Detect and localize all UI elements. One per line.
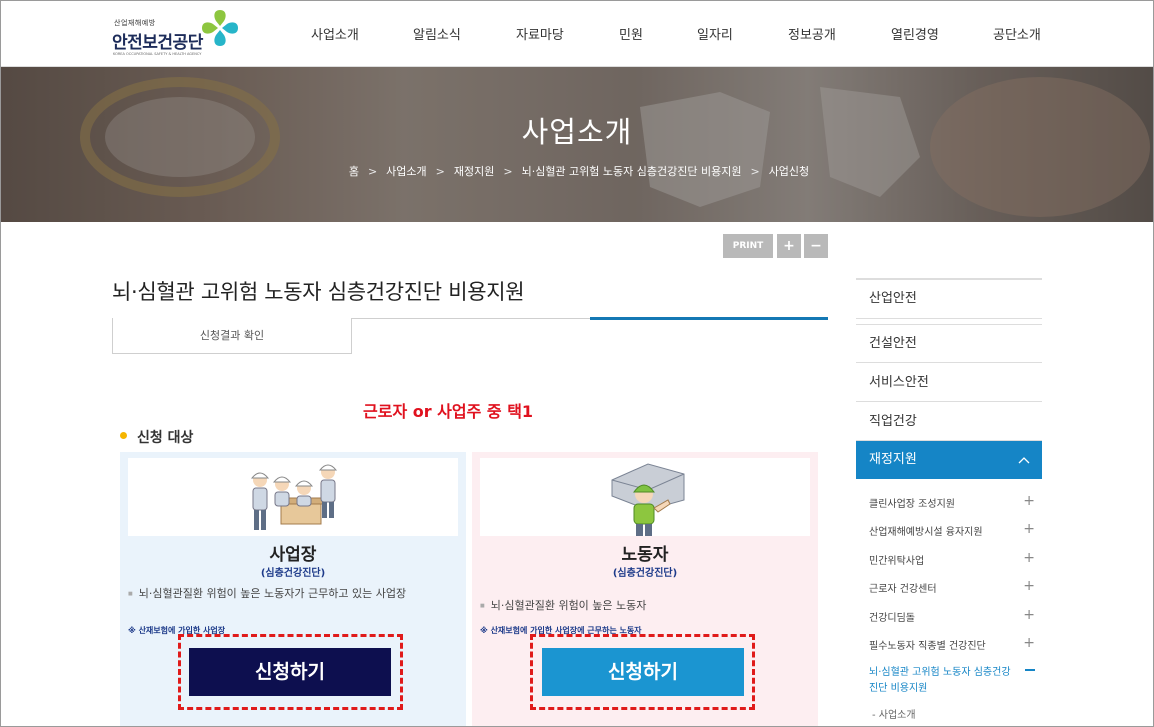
sidebar-active-label: 재정지원 bbox=[869, 452, 917, 467]
sidebar-sub-item-essential-workers[interactable]: 필수노동자 직종별 건강진단 + bbox=[869, 635, 1035, 652]
card-worker-description: 뇌·심혈관질환 위험이 높은 노동자 bbox=[480, 597, 647, 613]
site-header: 산업재해예방 안전보건공단 KOREA OCCUPATIONAL SAFETY … bbox=[0, 0, 1154, 67]
card-worker-title: 노동자 bbox=[621, 545, 669, 565]
breadcrumb-separator: > bbox=[503, 165, 513, 178]
nav-item-business[interactable]: 사업소개 bbox=[311, 24, 359, 43]
sidebar-sub-item-health-steppingstone[interactable]: 건강디딤돌 + bbox=[869, 607, 1035, 624]
workers-meeting-icon bbox=[250, 464, 338, 530]
sidebar-item-industrial-safety[interactable]: 산업안전 bbox=[856, 280, 1042, 319]
sub-item-label: 클린사업장 조성지원 bbox=[869, 499, 955, 510]
sidebar-divider bbox=[856, 324, 1042, 325]
card-workplace-title: 사업장 bbox=[269, 545, 317, 565]
annotation-note: 근로자 or 사업주 중 택1 bbox=[363, 402, 534, 421]
worker-thumbs-up-icon bbox=[611, 463, 685, 536]
sidebar-sub-item-cardio-program[interactable]: 뇌·심혈관 고위험 노동자 심층건강진단 비용지원 bbox=[869, 665, 1035, 697]
breadcrumb-home[interactable]: 홈 bbox=[349, 165, 359, 178]
sidebar-sub-item-clean-workplace[interactable]: 클린사업장 조성지원 + bbox=[869, 493, 1035, 510]
sidebar-sub-sub-item-intro[interactable]: - 사업소개 bbox=[872, 706, 1038, 721]
print-button[interactable]: PRINT bbox=[723, 234, 773, 258]
card-worker-image bbox=[480, 458, 810, 536]
card-workplace-image bbox=[128, 458, 458, 536]
nav-item-management[interactable]: 열린경영 bbox=[891, 24, 939, 43]
hero-banner: 사업소개 홈 > 사업소개 > 재정지원 > 뇌·심혈관 고위험 노동자 심층건강진단 비용… bbox=[0, 67, 1154, 222]
chevron-up-icon bbox=[1018, 441, 1030, 494]
breadcrumb: 홈 > 사업소개 > 재정지원 > 뇌·심혈관 고위험 노동자 심층건강진단 비용지원 > 사업… bbox=[0, 163, 1154, 179]
sidebar-item-occupational-health[interactable]: 직업건강 bbox=[856, 403, 1042, 441]
plus-icon: + bbox=[1023, 578, 1035, 594]
tab-result-check[interactable]: 신청결과 확인 bbox=[112, 318, 352, 354]
main-nav: 사업소개 알림소식 자료마당 민원 일자리 정보공개 열린경영 공단소개 bbox=[290, 0, 1070, 67]
hero-title: 사업소개 bbox=[521, 115, 633, 149]
plus-icon: + bbox=[1023, 550, 1035, 566]
sidebar-sub-item-facility-loan[interactable]: 산업재해예방시설 융자지원 + bbox=[869, 521, 1035, 538]
zoom-out-button[interactable]: − bbox=[804, 234, 828, 258]
plus-icon: + bbox=[1023, 493, 1035, 509]
card-workplace-subtitle: (심층건강진단) bbox=[260, 568, 326, 579]
plus-icon: + bbox=[1023, 635, 1035, 651]
highlight-box-workplace bbox=[178, 634, 403, 710]
page-title: 뇌·심혈관 고위험 노동자 심층건강진단 비용지원 bbox=[112, 280, 525, 304]
card-workplace-description: 뇌·심혈관질환 위험이 높은 노동자가 근무하고 있는 사업장 bbox=[128, 585, 406, 601]
nav-item-jobs[interactable]: 일자리 bbox=[697, 24, 733, 43]
section-bullet-icon bbox=[120, 432, 127, 439]
logo-tagline: 산업재해예방 bbox=[114, 19, 156, 27]
nav-item-civil[interactable]: 민원 bbox=[619, 24, 643, 43]
section-title: 신청 대상 bbox=[137, 430, 194, 446]
breadcrumb-separator: > bbox=[750, 165, 760, 178]
title-divider-accent bbox=[590, 317, 828, 320]
nav-item-about[interactable]: 공단소개 bbox=[993, 24, 1041, 43]
minus-icon bbox=[1025, 669, 1035, 671]
highlight-box-worker bbox=[530, 634, 755, 710]
nav-item-disclosure[interactable]: 정보공개 bbox=[788, 24, 836, 43]
sub-item-label: 필수노동자 직종별 건강진단 bbox=[869, 641, 986, 652]
logo-cross-icon bbox=[202, 10, 238, 46]
breadcrumb-finance[interactable]: 재정지원 bbox=[454, 165, 494, 178]
sub-item-label: 근로자 건강센터 bbox=[869, 584, 937, 595]
sub-item-label: 건강디딤돌 bbox=[869, 613, 915, 624]
logo-english: KOREA OCCUPATIONAL SAFETY & HEALTH AGENC… bbox=[113, 52, 202, 56]
sub-item-label: 산업재해예방시설 융자지원 bbox=[869, 527, 983, 538]
plus-icon: + bbox=[1023, 521, 1035, 537]
sub-item-label: 뇌·심혈관 고위험 노동자 심층건강진단 비용지원 bbox=[869, 667, 1011, 694]
plus-icon: + bbox=[1023, 607, 1035, 623]
sidebar-item-financial-support[interactable]: 재정지원 bbox=[856, 441, 1042, 479]
nav-item-news[interactable]: 알림소식 bbox=[413, 24, 461, 43]
zoom-in-button[interactable]: + bbox=[777, 234, 801, 258]
logo-name: 안전보건공단 bbox=[112, 33, 203, 53]
breadcrumb-business[interactable]: 사업소개 bbox=[386, 165, 426, 178]
breadcrumb-program[interactable]: 뇌·심혈관 고위험 노동자 심층건강진단 비용지원 bbox=[522, 165, 742, 178]
site-logo[interactable]: 산업재해예방 안전보건공단 KOREA OCCUPATIONAL SAFETY … bbox=[112, 8, 242, 58]
card-worker-subtitle: (심층건강진단) bbox=[612, 568, 678, 579]
breadcrumb-current[interactable]: 사업신청 bbox=[769, 165, 809, 178]
sidebar-item-construction-safety[interactable]: 건설안전 bbox=[856, 326, 1042, 363]
sub-item-label: 민간위탁사업 bbox=[869, 556, 925, 567]
sidebar-sub-item-health-center[interactable]: 근로자 건강센터 + bbox=[869, 578, 1035, 595]
sidebar-sub-item-private-consignment[interactable]: 민간위탁사업 + bbox=[869, 550, 1035, 567]
nav-item-resources[interactable]: 자료마당 bbox=[516, 24, 564, 43]
sidebar-item-service-safety[interactable]: 서비스안전 bbox=[856, 364, 1042, 402]
breadcrumb-separator: > bbox=[367, 165, 378, 178]
breadcrumb-separator: > bbox=[435, 165, 445, 178]
